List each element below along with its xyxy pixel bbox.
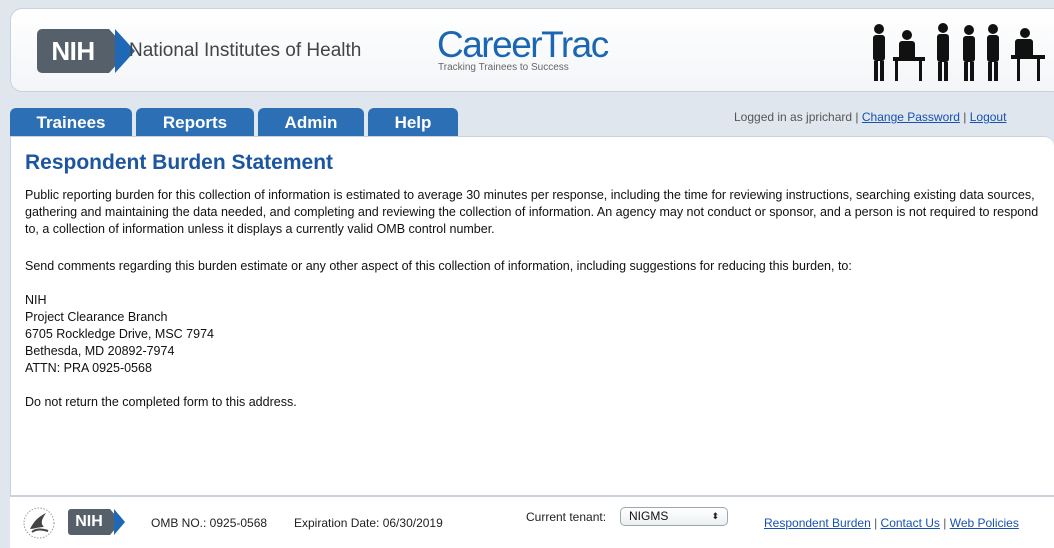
app-title[interactable]: CareerTrac	[437, 25, 609, 65]
address-line: ATTN: PRA 0925-0568	[25, 361, 152, 375]
comments-paragraph: Send comments regarding this burden esti…	[25, 259, 852, 273]
expiration-date: Expiration Date: 06/30/2019	[294, 516, 443, 530]
footer-links: Respondent Burden | Contact Us | Web Pol…	[764, 516, 1019, 530]
address-line: NIH	[25, 293, 47, 307]
tenant-select[interactable]: NIGMS ⬍	[620, 507, 728, 526]
hhs-eagle-icon[interactable]	[22, 505, 56, 541]
address-block: NIH Project Clearance Branch 6705 Rockle…	[25, 292, 1045, 377]
page-title: Respondent Burden Statement	[25, 151, 334, 174]
footer-nih-logo[interactable]: NIH	[68, 509, 128, 535]
main-content: Respondent Burden Statement Public repor…	[10, 136, 1054, 496]
do-not-return-paragraph: Do not return the completed form to this…	[25, 395, 297, 409]
site-header: NIH National Institutes of Health Career…	[10, 8, 1054, 92]
people-silhouettes-icon	[873, 23, 1045, 81]
tenant-label: Current tenant:	[526, 510, 607, 524]
tab-help[interactable]: Help	[368, 108, 458, 136]
separator: |	[870, 516, 881, 530]
nih-name: National Institutes of Health	[129, 40, 362, 61]
login-info: Logged in as jprichard | Change Password…	[734, 110, 1006, 124]
logged-in-as-text: Logged in as jprichard |	[734, 110, 862, 124]
omb-number: OMB NO.: 0925-0568	[151, 516, 268, 530]
burden-paragraph: Public reporting burden for this collect…	[25, 188, 1039, 236]
address-line: Project Clearance Branch	[25, 310, 168, 324]
footer-nih-arrow-blue	[114, 509, 125, 535]
address-line: 6705 Rockledge Drive, MSC 7974	[25, 327, 214, 341]
contact-us-link[interactable]: Contact Us	[881, 516, 940, 530]
app-tagline: Tracking Trainees to Success	[438, 62, 569, 73]
tab-admin[interactable]: Admin	[258, 108, 364, 136]
site-footer: NIH OMB NO.: 0925-0568 Expiration Date: …	[10, 496, 1054, 548]
change-password-link[interactable]: Change Password	[862, 110, 960, 124]
select-arrows-icon: ⬍	[711, 511, 719, 521]
tenant-select-value: NIGMS	[629, 509, 669, 523]
address-line: Bethesda, MD 20892-7974	[25, 344, 175, 358]
web-policies-link[interactable]: Web Policies	[950, 516, 1019, 530]
nih-logo[interactable]: NIH	[37, 29, 137, 73]
separator: |	[959, 110, 970, 124]
tab-reports[interactable]: Reports	[136, 108, 254, 136]
tab-trainees[interactable]: Trainees	[10, 108, 132, 136]
logout-link[interactable]: Logout	[970, 110, 1007, 124]
nih-badge: NIH	[37, 29, 109, 73]
footer-nih-badge: NIH	[68, 509, 110, 535]
respondent-burden-link[interactable]: Respondent Burden	[764, 516, 871, 530]
separator: |	[939, 516, 950, 530]
